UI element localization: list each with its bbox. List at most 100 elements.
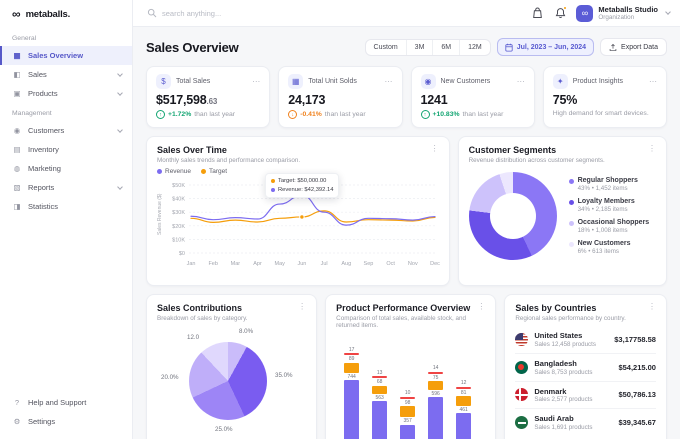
charts-row: Sales Over Time Monthly sales trends and… bbox=[146, 136, 667, 286]
revenue-dot bbox=[271, 188, 275, 193]
legend-label: Target bbox=[209, 168, 228, 175]
kebab-menu-icon[interactable]: ⋯ bbox=[252, 77, 260, 86]
kpi-label: New Customers bbox=[440, 78, 491, 85]
sidebar-item-marketing[interactable]: ◍ Marketing bbox=[0, 159, 132, 178]
kpi-value: $517,598 bbox=[156, 93, 207, 107]
country-name: United States bbox=[534, 331, 583, 340]
notifications-button[interactable] bbox=[553, 6, 568, 20]
card-subtitle: Revenue distribution across customer seg… bbox=[468, 157, 605, 164]
org-name: Metaballs Studio bbox=[598, 4, 658, 14]
sidebar-item-label: Reports bbox=[28, 183, 55, 192]
sidebar-item-help[interactable]: ? Help and Support bbox=[0, 393, 132, 412]
filter-3m-button[interactable]: 3M bbox=[407, 39, 434, 55]
kpi-card-product-insights: ✦ Product Insights ⋯ 75% High demand for… bbox=[542, 66, 667, 128]
customer-segments-card: Customer Segments Revenue distribution a… bbox=[457, 136, 667, 286]
segments-legend: Regular Shoppers 43% • 1,452 items Loyal… bbox=[568, 177, 650, 255]
arrow-down-icon: ↓ bbox=[288, 110, 298, 119]
settings-gear-icon: ⚙ bbox=[13, 417, 21, 426]
bar: 13 68 563 bbox=[372, 370, 388, 439]
segment-dot bbox=[568, 221, 574, 226]
x-tick-label: Mar bbox=[231, 261, 241, 267]
arrow-up-icon: ↑ bbox=[156, 110, 165, 119]
x-tick-label: Jul bbox=[321, 261, 328, 267]
reports-icon: ▧ bbox=[13, 183, 21, 192]
x-tick-label: May bbox=[275, 261, 286, 267]
marketing-icon: ◍ bbox=[13, 164, 21, 173]
y-tick-label: $50K bbox=[172, 183, 185, 189]
legend-item: New Customers 6% • 613 items bbox=[568, 240, 650, 255]
kpi-note: High demand for smart devices. bbox=[552, 110, 649, 117]
kpi-label: Product Insights bbox=[572, 78, 623, 85]
x-tick-label: Aug bbox=[341, 261, 351, 267]
target-highlight-dot bbox=[299, 214, 305, 220]
sales-over-time-chart: Sales Revenue ($) $0 $10K $20K $30K $40K $50K… bbox=[157, 173, 440, 274]
pie-slice-label: 20.0% bbox=[161, 374, 179, 381]
country-amount: $39,345.67 bbox=[618, 418, 656, 428]
nav-section-general: General bbox=[12, 35, 37, 42]
y-tick-label: $0 bbox=[179, 251, 185, 257]
new-customers-icon: ◉ bbox=[420, 74, 436, 89]
saudi-arab-flag-icon bbox=[515, 416, 529, 430]
filter-12m-button[interactable]: 12M bbox=[460, 40, 490, 55]
total-sales-icon: $ bbox=[156, 74, 171, 89]
kebab-menu-icon[interactable]: ⋮ bbox=[477, 303, 485, 311]
sidebar-item-reports[interactable]: ▧ Reports bbox=[0, 178, 132, 197]
kebab-menu-icon[interactable]: ⋯ bbox=[385, 77, 393, 86]
bar-segment bbox=[400, 424, 416, 439]
brand-logo[interactable]: ∞ metaballs. bbox=[0, 0, 132, 26]
bar-segment bbox=[428, 381, 444, 390]
sidebar-item-label: Inventory bbox=[28, 145, 59, 154]
sales-overview-icon: ▦ bbox=[13, 51, 21, 60]
pie-slice-label: 35.0% bbox=[275, 372, 293, 379]
search-input[interactable] bbox=[162, 8, 432, 18]
country-amount: $3,17758.58 bbox=[614, 334, 656, 344]
org-switcher[interactable]: ∞ Metaballs Studio Organization bbox=[576, 4, 671, 22]
filter-6m-button[interactable]: 6M bbox=[433, 39, 461, 55]
search-box bbox=[147, 8, 447, 18]
org-avatar: ∞ bbox=[576, 4, 594, 22]
bar-segment bbox=[372, 401, 388, 439]
kebab-menu-icon[interactable]: ⋮ bbox=[431, 145, 439, 153]
kebab-menu-icon[interactable]: ⋯ bbox=[649, 77, 657, 86]
kebab-menu-icon[interactable]: ⋮ bbox=[298, 303, 306, 311]
sidebar-item-label: Products bbox=[28, 89, 58, 98]
kpi-card-total-sales: $ Total Sales ⋯ $517,598.63 ↑ +1.72% tha… bbox=[146, 66, 271, 128]
card-title: Sales Contributions bbox=[157, 303, 243, 313]
kebab-menu-icon[interactable]: ⋮ bbox=[648, 145, 656, 153]
card-title: Sales by Countries bbox=[515, 303, 597, 313]
inventory-icon: ▤ bbox=[13, 145, 21, 154]
chevron-down-icon bbox=[665, 9, 671, 15]
kebab-menu-icon[interactable]: ⋯ bbox=[517, 77, 525, 86]
bar-value-label: 12 bbox=[460, 380, 467, 387]
range-filter-group: Custom 3M 6M 12M bbox=[364, 38, 491, 56]
donut-hole bbox=[489, 193, 536, 239]
sidebar-item-settings[interactable]: ⚙ Settings bbox=[0, 412, 132, 431]
date-range-button[interactable]: Jul, 2023 – Jun, 2024 bbox=[496, 38, 595, 56]
sidebar-item-statistics[interactable]: ◨ Statistics bbox=[0, 197, 132, 216]
page-controls: Custom 3M 6M 12M Jul, 2023 – Jun, 2024 E… bbox=[364, 38, 667, 56]
main-content: Sales Overview Custom 3M 6M 12M Jul, 202… bbox=[133, 28, 680, 439]
sidebar: ∞ metaballs. General ▦ Sales Overview ◧ … bbox=[0, 0, 133, 439]
card-subtitle: Monthly sales trends and performance com… bbox=[157, 157, 301, 164]
country-meta: Sales 2,577 products bbox=[534, 396, 593, 404]
bar-segment bbox=[400, 406, 416, 418]
cart-button[interactable] bbox=[530, 6, 544, 20]
filter-custom-button[interactable]: Custom bbox=[366, 39, 407, 55]
sidebar-item-products[interactable]: ▣ Products bbox=[0, 84, 132, 103]
sidebar-item-sales[interactable]: ◧ Sales bbox=[0, 65, 132, 84]
kpi-note: than last year bbox=[194, 111, 236, 118]
topbar: ∞ Metaballs Studio Organization bbox=[133, 0, 680, 27]
segment-name: Loyalty Members bbox=[577, 198, 635, 205]
target-line bbox=[190, 210, 436, 224]
sales-over-time-card: Sales Over Time Monthly sales trends and… bbox=[146, 136, 450, 286]
segment-meta: 6% • 613 items bbox=[577, 248, 619, 255]
kebab-menu-icon[interactable]: ⋮ bbox=[648, 303, 656, 311]
legend-label: Revenue bbox=[165, 168, 192, 175]
country-row-saudi-arab: Saudi Arab Sales 1,691 products $39,345.… bbox=[515, 408, 656, 436]
sidebar-item-inventory[interactable]: ▤ Inventory bbox=[0, 140, 132, 159]
sidebar-item-customers[interactable]: ◉ Customers bbox=[0, 121, 132, 140]
sidebar-item-sales-overview[interactable]: ▦ Sales Overview bbox=[0, 46, 132, 65]
export-data-button[interactable]: Export Data bbox=[600, 38, 667, 56]
kpi-delta: +10.83% bbox=[432, 111, 460, 118]
card-title: Customer Segments bbox=[468, 145, 557, 155]
